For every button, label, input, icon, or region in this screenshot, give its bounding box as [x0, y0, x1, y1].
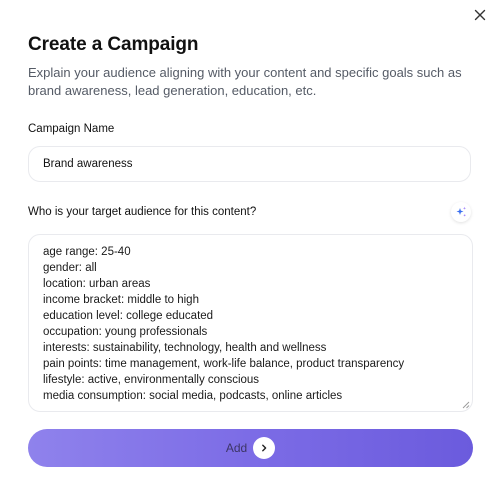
audience-line: education level: college educated [43, 310, 214, 322]
sparkle-icon [456, 206, 466, 217]
chevron-right-icon [262, 444, 267, 452]
target-audience-label: Who is your target audience for this con… [28, 206, 257, 218]
modal-subtitle: Explain your audience aligning with your… [28, 65, 462, 98]
audience-line: media consumption: social media, podcast… [43, 390, 343, 402]
modal-title: Create a Campaign [28, 34, 199, 55]
close-button[interactable] [472, 7, 488, 23]
resize-handle-icon[interactable] [462, 401, 470, 409]
audience-line: pain points: time management, work-life … [43, 358, 405, 370]
audience-line: age range: 25-40 [43, 246, 131, 258]
audience-line: occupation: young professionals [43, 326, 208, 338]
create-campaign-modal: Create a Campaign Explain your audience … [0, 0, 500, 500]
add-button[interactable]: Add [28, 429, 473, 467]
add-button-label: Add [225, 441, 248, 455]
add-arrow-circle [253, 437, 276, 459]
audience-line: lifestyle: active, environmentally consc… [43, 374, 260, 386]
audience-line: gender: all [43, 262, 97, 274]
ai-generate-button[interactable] [451, 202, 471, 222]
campaign-name-label: Campaign Name [28, 123, 115, 135]
target-audience-textarea[interactable]: age range: 25-40 gender: all location: u… [28, 234, 473, 412]
campaign-name-input[interactable] [28, 146, 471, 182]
audience-line: income bracket: middle to high [43, 294, 199, 306]
target-audience-text: age range: 25-40 gender: all location: u… [43, 244, 462, 404]
audience-line: interests: sustainability, technology, h… [43, 342, 327, 354]
audience-line: location: urban areas [43, 278, 151, 290]
close-icon [474, 9, 486, 21]
